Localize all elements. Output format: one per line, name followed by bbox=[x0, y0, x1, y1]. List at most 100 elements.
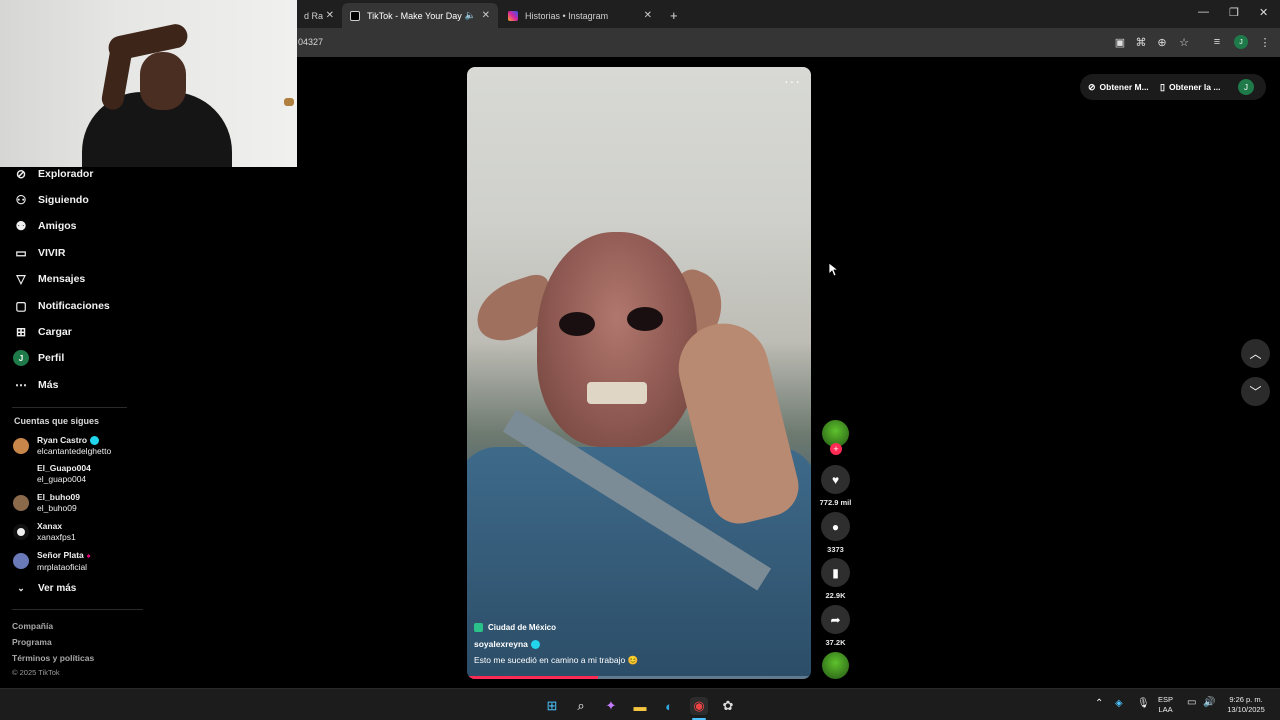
video-username[interactable]: soyalexreyna bbox=[474, 639, 794, 650]
account-handle: elcantantedelghetto bbox=[37, 446, 112, 456]
upload-icon: ⊞ bbox=[15, 325, 27, 339]
chrome-icon[interactable]: ◉ bbox=[690, 697, 708, 715]
url-text[interactable]: 04327 bbox=[298, 37, 323, 47]
bookmark-star-icon[interactable]: ☆ bbox=[1177, 36, 1191, 49]
cast-icon[interactable]: ▣ bbox=[1113, 36, 1127, 49]
chevron-down-icon: ﹀ bbox=[1249, 385, 1262, 399]
get-app-button[interactable]: ⊘ Obtener M... bbox=[1088, 77, 1149, 97]
previous-video-button[interactable]: ︿ bbox=[1241, 339, 1270, 368]
follow-plus-button[interactable]: + bbox=[830, 443, 842, 455]
door-knob bbox=[284, 98, 294, 106]
nav-label: Perfil bbox=[38, 352, 65, 364]
webcam-overlay bbox=[0, 0, 297, 167]
close-window-icon[interactable]: ✕ bbox=[1259, 6, 1268, 19]
comment-button[interactable]: ● bbox=[821, 512, 850, 541]
footer-link-program[interactable]: Programa bbox=[12, 637, 52, 647]
media-control-icon[interactable]: ≡ bbox=[1210, 36, 1224, 48]
nav-explorador[interactable]: ⊘ Explorador bbox=[13, 164, 93, 184]
sound-disc-avatar[interactable] bbox=[822, 652, 849, 679]
chevron-down-icon: ⌄ bbox=[17, 582, 25, 593]
account-item[interactable]: El_buho09 el_buho09 bbox=[13, 490, 80, 516]
date-text: 13/10/2025 bbox=[1227, 705, 1265, 714]
location-tag[interactable]: Ciudad de México bbox=[474, 623, 794, 632]
footer-link-company[interactable]: Compañía bbox=[12, 621, 53, 631]
footer-link-terms[interactable]: Términos y políticas bbox=[12, 653, 94, 663]
account-item[interactable]: El_Guapo004 el_guapo004 bbox=[13, 461, 91, 487]
nav-siguiendo[interactable]: ⚇ Siguiendo bbox=[13, 190, 89, 210]
comment-count: 3373 bbox=[827, 545, 844, 554]
search-icon[interactable]: ⌕ bbox=[572, 697, 590, 715]
close-icon[interactable]: ✕ bbox=[482, 10, 490, 21]
video-caption: Esto me sucedió en camino a mi trabajo 😊 bbox=[474, 655, 639, 666]
windows-start-icon[interactable]: ⊞ bbox=[543, 697, 561, 715]
more-options-icon[interactable]: ··· bbox=[784, 73, 801, 89]
location-icon bbox=[474, 623, 483, 632]
friends-icon: ⚉ bbox=[15, 219, 27, 233]
share-count: 37.2K bbox=[825, 638, 846, 647]
nav-notificaciones[interactable]: ▢ Notificaciones bbox=[13, 296, 109, 316]
translate-icon[interactable]: ⌘ bbox=[1134, 36, 1148, 49]
see-more-button[interactable]: ⌄ Ver más bbox=[13, 578, 76, 598]
tray-shield-icon[interactable]: ◈ bbox=[1115, 699, 1123, 709]
speaker-icon[interactable]: 🔈 bbox=[465, 10, 476, 21]
tab-partial[interactable]: d Ra ✕ bbox=[296, 3, 342, 28]
account-item[interactable]: Señor Plata ♠ mrplataoficial bbox=[13, 548, 91, 574]
video-player[interactable]: ··· Ciudad de México soyalexreyna Esto m… bbox=[467, 67, 811, 679]
account-item[interactable]: Ryan Castro elcantantedelghetto bbox=[13, 433, 111, 459]
tab-tiktok[interactable]: TikTok - Make Your Day 🔈 ✕ bbox=[342, 3, 498, 28]
nav-perfil[interactable]: J Perfil bbox=[13, 348, 64, 368]
nav-mensajes[interactable]: ▽ Mensajes bbox=[13, 269, 85, 289]
nav-amigos[interactable]: ⚉ Amigos bbox=[13, 216, 77, 236]
app-icon[interactable]: ✿ bbox=[719, 697, 737, 715]
profile-avatar[interactable]: J bbox=[1234, 35, 1248, 49]
tray-chevron-icon[interactable]: ⌃ bbox=[1095, 699, 1103, 709]
profile-avatar: J bbox=[13, 350, 29, 366]
profile-avatar[interactable]: J bbox=[1238, 79, 1254, 95]
badge-icon: ♠ bbox=[86, 552, 91, 560]
close-icon[interactable]: ✕ bbox=[644, 10, 652, 21]
like-count: 772.9 mil bbox=[819, 498, 852, 507]
taskbar: ⊞ ⌕ ✦ ▬ ◐ ◉ ✿ ⌃ ◈ 🎙 ESP LAA ▭ 🔊 9:26 p. m… bbox=[0, 688, 1280, 720]
nav-vivir[interactable]: ▭ VIVIR bbox=[13, 243, 65, 263]
bookmark-icon: ▮ bbox=[832, 565, 839, 580]
network-icon[interactable]: ▭ bbox=[1187, 698, 1196, 708]
zoom-icon[interactable]: ⊕ bbox=[1155, 36, 1169, 49]
language-indicator[interactable]: ESP LAA bbox=[1158, 695, 1173, 715]
close-icon[interactable]: ✕ bbox=[326, 10, 334, 21]
account-handle: el_guapo004 bbox=[37, 474, 87, 484]
microphone-icon[interactable]: 🎙 bbox=[1137, 699, 1150, 709]
webcam-person-head bbox=[140, 52, 186, 110]
volume-icon[interactable]: 🔊 bbox=[1203, 698, 1215, 708]
nav-mas[interactable]: ⋯ Más bbox=[13, 375, 58, 395]
video-progress-bar[interactable] bbox=[467, 676, 811, 679]
restore-icon[interactable]: ❐ bbox=[1229, 6, 1239, 19]
nav-label: Cargar bbox=[38, 326, 72, 338]
edge-icon[interactable]: ◐ bbox=[660, 697, 678, 715]
language-layout: LAA bbox=[1158, 705, 1173, 714]
nav-cargar[interactable]: ⊞ Cargar bbox=[13, 322, 72, 342]
avatar bbox=[13, 495, 29, 511]
compass-icon: ⊘ bbox=[15, 167, 27, 181]
copilot-icon[interactable]: ✦ bbox=[602, 697, 620, 715]
tiktok-icon bbox=[350, 10, 360, 21]
menu-kebab-icon[interactable]: ⋮ bbox=[1258, 36, 1272, 49]
minimize-icon[interactable]: — bbox=[1198, 6, 1209, 18]
share-button[interactable]: ➦ bbox=[821, 605, 850, 634]
get-mobile-app-button[interactable]: ▯ Obtener la ... bbox=[1160, 77, 1220, 97]
file-explorer-icon[interactable]: ▬ bbox=[631, 697, 649, 715]
messages-icon: ▽ bbox=[16, 272, 26, 286]
instagram-icon bbox=[508, 10, 518, 21]
like-button[interactable]: ♥ bbox=[821, 465, 850, 494]
save-button[interactable]: ▮ bbox=[821, 558, 850, 587]
heart-icon: ♥ bbox=[831, 472, 840, 487]
account-item[interactable]: Xanax xanaxfps1 bbox=[13, 519, 76, 545]
tab-instagram[interactable]: Historias • Instagram ✕ bbox=[500, 3, 660, 28]
next-video-button[interactable]: ﹀ bbox=[1241, 377, 1270, 406]
location-text: Ciudad de México bbox=[488, 623, 557, 632]
video-content bbox=[537, 232, 697, 447]
mouse-cursor-icon bbox=[829, 263, 839, 277]
clock[interactable]: 9:26 p. m. 13/10/2025 bbox=[1224, 695, 1268, 715]
new-tab-button[interactable]: + bbox=[662, 3, 680, 28]
account-name: Xanax bbox=[37, 521, 63, 531]
avatar bbox=[13, 466, 29, 482]
